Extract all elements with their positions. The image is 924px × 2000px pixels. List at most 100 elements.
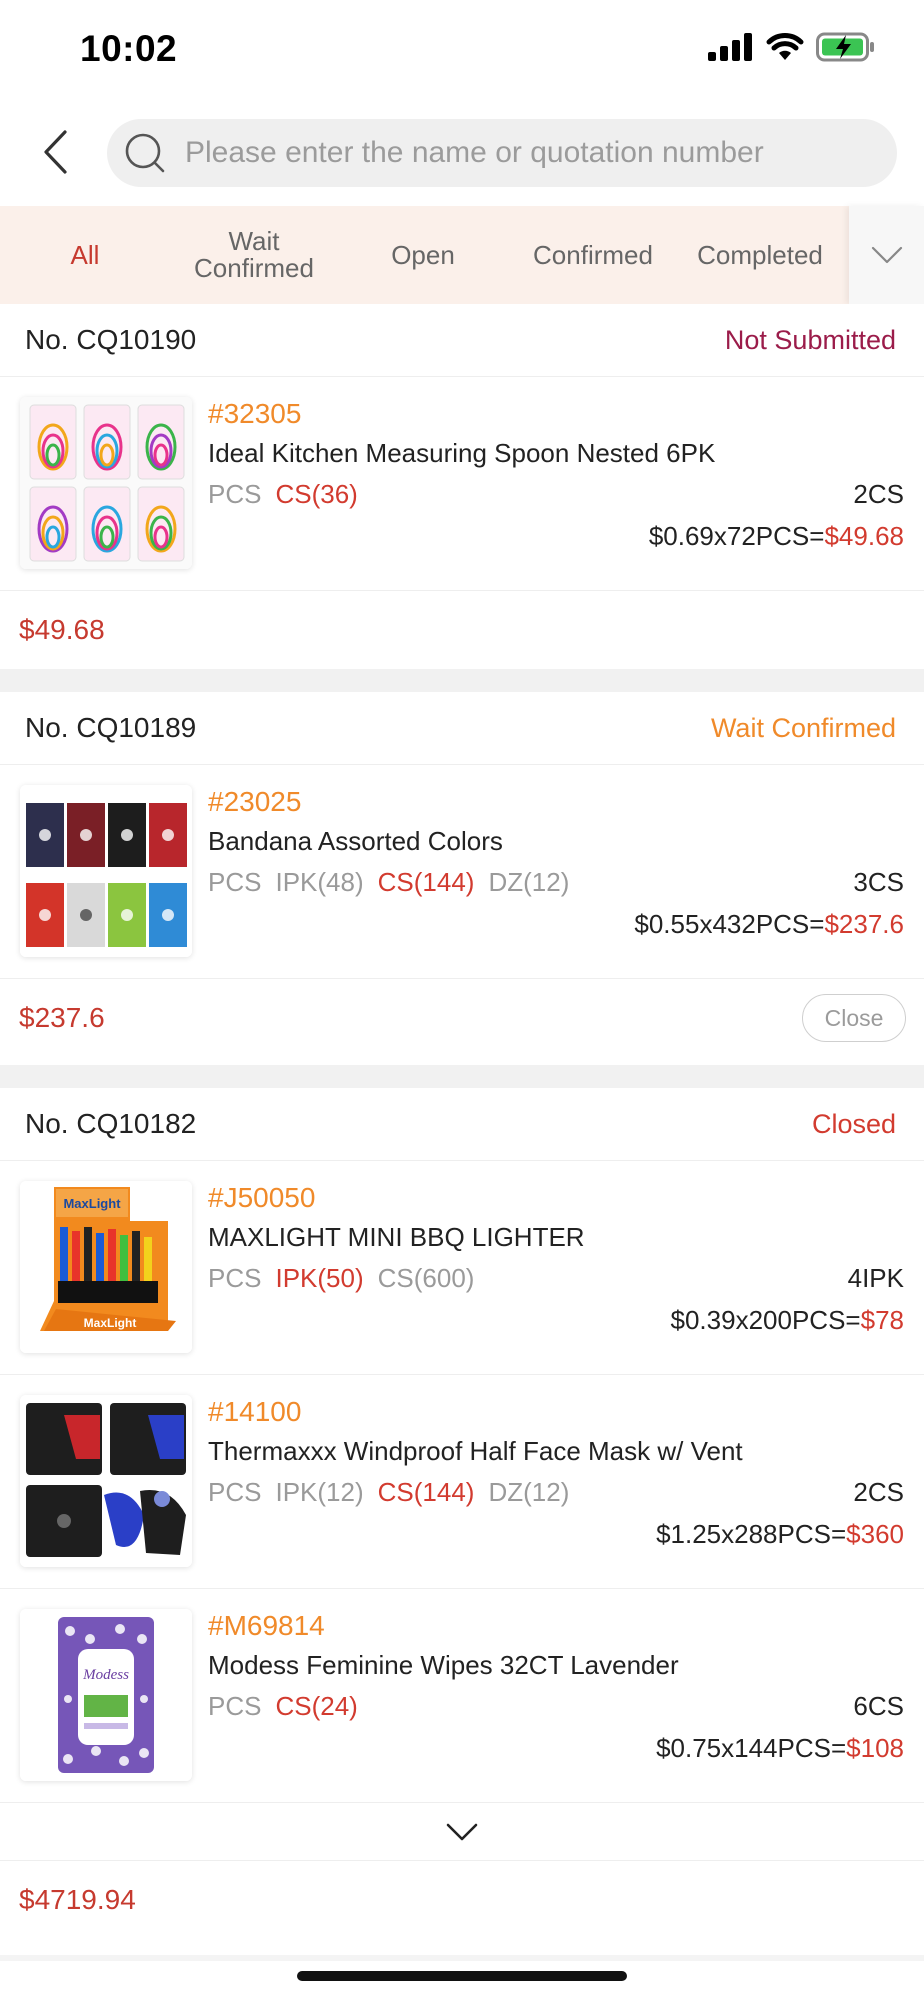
tab-confirmed[interactable]: Confirmed: [508, 206, 678, 304]
product-image-measuring-spoons: [20, 397, 192, 569]
unit-price: $0.75x144PCS=: [656, 1733, 847, 1763]
product-code: #23025: [208, 786, 302, 817]
product-code: #32305: [208, 398, 302, 429]
unit-option-selected: CS(144): [377, 1476, 475, 1507]
product-row[interactable]: Modess #M69814 Modess Feminine Wipes 32C…: [0, 1589, 924, 1803]
order-status: Not Submitted: [724, 324, 896, 355]
unit-options: PCS CS(36): [208, 479, 358, 510]
unit-option-selected: IPK(50): [275, 1262, 364, 1293]
chevron-left-icon: [44, 130, 67, 174]
product-quantity: 6CS: [853, 1690, 904, 1721]
order-number: No. CQ10189: [25, 712, 197, 743]
product-name: MAXLIGHT MINI BBQ LIGHTER: [208, 1222, 585, 1252]
product-image-wipes: Modess: [20, 1609, 192, 1781]
status-tabs: All Wait Confirmed Open Confirmed Comple…: [0, 206, 924, 304]
product-quantity: 2CS: [853, 478, 904, 509]
status-time: 10:02: [80, 28, 178, 69]
search-icon: [123, 131, 167, 175]
order-header: No. CQ10182 Closed: [0, 1088, 924, 1161]
order-card[interactable]: No. CQ10182 Closed MaxLight MaxLight #J5…: [0, 1088, 924, 1939]
product-image-lighters: MaxLight MaxLight: [20, 1181, 192, 1353]
order-card[interactable]: No. CQ10190 Not Submitted #32305 Ideal K…: [0, 304, 924, 669]
search-header: Please enter the name or quotation numbe…: [0, 100, 924, 206]
order-total: $49.68: [19, 614, 105, 645]
order-card[interactable]: No. CQ10189 Wait Confirmed #23025 Bandan…: [0, 692, 924, 1057]
search-placeholder: Please enter the name or quotation numbe…: [185, 136, 764, 169]
status-icons: [708, 32, 876, 62]
product-row[interactable]: #14100 Thermaxxx Windproof Half Face Mas…: [0, 1375, 924, 1589]
unit-row: PCS IPK(12) CS(144) DZ(12) 2CS: [208, 1471, 904, 1513]
close-order-button[interactable]: Close: [802, 994, 906, 1042]
unit-price: $1.25x288PCS=: [656, 1519, 847, 1549]
show-more-items-button[interactable]: [0, 1803, 924, 1861]
unit-option: IPK(12): [275, 1476, 364, 1507]
product-row[interactable]: #32305 Ideal Kitchen Measuring Spoon Nes…: [0, 377, 924, 591]
unit-option: PCS: [208, 478, 262, 509]
search-input[interactable]: Please enter the name or quotation numbe…: [107, 119, 897, 187]
order-footer: $237.6 Close: [0, 979, 924, 1057]
product-name: Ideal Kitchen Measuring Spoon Nested 6PK: [208, 438, 716, 468]
back-button[interactable]: [30, 122, 80, 182]
product-code: #14100: [208, 1396, 302, 1427]
unit-option-selected: CS(24): [275, 1690, 358, 1721]
product-row[interactable]: MaxLight MaxLight #J50050 MAXLIGHT MINI …: [0, 1161, 924, 1375]
product-quantity: 2CS: [853, 1476, 904, 1507]
unit-option-selected: CS(144): [377, 866, 475, 897]
unit-row: PCS CS(36) 2CS: [208, 473, 904, 515]
product-name: Thermaxxx Windproof Half Face Mask w/ Ve…: [208, 1436, 743, 1466]
unit-option: PCS: [208, 1262, 262, 1293]
unit-option: IPK(48): [275, 866, 364, 897]
product-info: #32305 Ideal Kitchen Measuring Spoon Nes…: [208, 395, 904, 557]
tab-wait-confirmed[interactable]: Wait Confirmed: [170, 206, 338, 304]
unit-options: PCS IPK(50) CS(600): [208, 1263, 474, 1294]
unit-options: PCS IPK(12) CS(144) DZ(12): [208, 1477, 569, 1508]
product-row[interactable]: #23025 Bandana Assorted Colors PCS IPK(4…: [0, 765, 924, 979]
order-footer: $4719.94: [0, 1861, 924, 1939]
product-image-bandanas: [20, 785, 192, 957]
line-subtotal: $237.6: [824, 909, 904, 939]
unit-price: $0.55x432PCS=: [634, 909, 825, 939]
wifi-icon: [766, 33, 804, 60]
product-code: #M69814: [208, 1610, 325, 1641]
order-footer: $49.68: [0, 591, 924, 669]
unit-option-selected: CS(36): [275, 478, 358, 509]
tab-open[interactable]: Open: [338, 206, 508, 304]
unit-option: DZ(12): [488, 1476, 570, 1507]
order-status: Closed: [811, 1108, 896, 1139]
status-bar: 10:02: [0, 0, 924, 100]
order-header: No. CQ10190 Not Submitted: [0, 304, 924, 377]
product-info: #J50050 MAXLIGHT MINI BBQ LIGHTER PCS IP…: [208, 1179, 904, 1341]
tabs-expand-button[interactable]: [849, 206, 924, 304]
product-info: #23025 Bandana Assorted Colors PCS IPK(4…: [208, 783, 904, 945]
wipes-package-label: Modess: [82, 1667, 129, 1683]
price-row: $0.69x72PCS=$49.68: [208, 515, 904, 557]
price-row: $0.39x200PCS=$78: [208, 1299, 904, 1341]
tab-all[interactable]: All: [0, 206, 170, 304]
home-indicator[interactable]: [297, 1971, 627, 1981]
section-divider: [0, 669, 924, 692]
order-total: $237.6: [19, 1002, 105, 1033]
unit-option: PCS: [208, 1690, 262, 1721]
line-subtotal: $108: [846, 1733, 904, 1763]
battery-charging-icon: [816, 32, 874, 62]
order-header: No. CQ10189 Wait Confirmed: [0, 692, 924, 765]
order-status: Wait Confirmed: [710, 712, 896, 743]
cellular-signal-icon: [708, 33, 752, 61]
unit-row: PCS IPK(48) CS(144) DZ(12) 3CS: [208, 861, 904, 903]
line-subtotal: $360: [846, 1519, 904, 1549]
product-quantity: 3CS: [853, 866, 904, 897]
unit-option: DZ(12): [488, 866, 570, 897]
line-subtotal: $78: [860, 1305, 904, 1335]
tab-completed[interactable]: Completed: [678, 206, 842, 304]
price-row: $0.75x144PCS=$108: [208, 1727, 904, 1769]
chevron-down-icon: [871, 246, 902, 264]
unit-options: PCS IPK(48) CS(144) DZ(12): [208, 867, 569, 898]
order-number: No. CQ10190: [25, 324, 197, 355]
unit-option: CS(600): [377, 1262, 475, 1293]
unit-options: PCS CS(24): [208, 1691, 358, 1722]
chevron-down-icon: [446, 1823, 478, 1840]
unit-price: $0.39x200PCS=: [670, 1305, 861, 1335]
product-code: #J50050: [208, 1182, 316, 1213]
unit-option: PCS: [208, 866, 262, 897]
unit-option: PCS: [208, 1476, 262, 1507]
